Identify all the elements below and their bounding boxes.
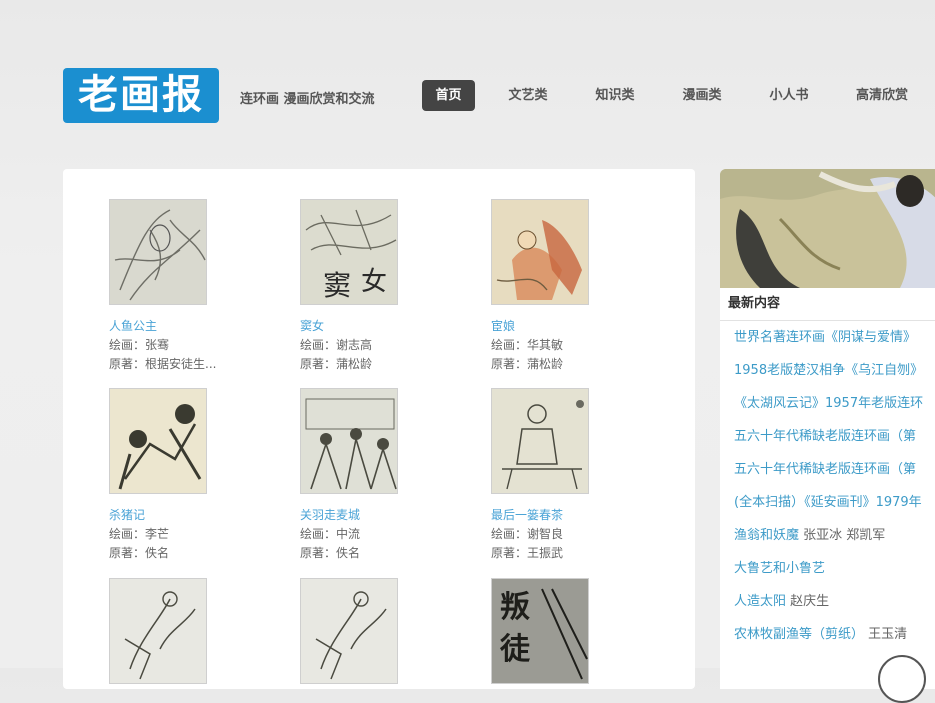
latest-item[interactable]: (全本扫描）《延安画刊》1979年 <box>720 486 935 519</box>
latest-item-title[interactable]: 五六十年代稀缺老版连环画（第 <box>734 462 916 477</box>
book-title[interactable]: 最后一篓春茶 <box>491 506 631 525</box>
latest-item-title[interactable]: 农林牧副渔等（剪纸） <box>734 627 864 642</box>
latest-item[interactable]: 农林牧副渔等（剪纸） 王玉清 <box>720 618 935 651</box>
book-artist: 绘画：谢志高 <box>300 338 373 352</box>
sidebar-latest: 最新内容 世界名著连环画《阴谋与爱情》 1958老版楚汉相争《乌江自刎》 《太湖… <box>720 169 935 689</box>
cover-title-glyph: 女 <box>361 267 387 297</box>
site-logo[interactable]: 老画报 <box>63 68 219 123</box>
latest-item-author: 王玉清 <box>868 627 908 642</box>
book-card[interactable]: 叛 徒 <box>491 578 631 696</box>
book-card[interactable]: 杀猪记 绘画：李芒 原著：佚名 <box>109 388 249 563</box>
book-artist: 绘画：张骞 <box>109 338 170 352</box>
book-artist: 绘画：华其敏 <box>491 338 564 352</box>
back-to-top-button[interactable] <box>878 655 926 703</box>
latest-item-title[interactable]: 1958老版楚汉相争《乌江自刎》 <box>734 363 923 378</box>
latest-item[interactable]: 五六十年代稀缺老版连环画（第 <box>720 420 935 453</box>
latest-item-title[interactable]: 《太湖风云记》1957年老版连环 <box>734 396 923 411</box>
nav-knowledge[interactable]: 知识类 <box>587 80 643 111</box>
latest-item[interactable]: 世界名著连环画《阴谋与爱情》 <box>720 321 935 354</box>
latest-item-title[interactable]: 大鲁艺和小鲁艺 <box>734 561 825 576</box>
book-title[interactable]: 窦女 <box>300 317 440 336</box>
book-cover-image[interactable] <box>491 199 589 305</box>
latest-item[interactable]: 1958老版楚汉相争《乌江自刎》 <box>720 354 935 387</box>
book-author: 原著：根据安徒生... <box>109 357 217 371</box>
book-card[interactable]: 窦 女 窦女 绘画：谢志高 原著：蒲松龄 <box>300 199 440 374</box>
latest-item[interactable]: 渔翁和妖魔 张亚冰 郑凯军 <box>720 519 935 552</box>
book-card[interactable]: 人鱼公主 绘画：张骞 原著：根据安徒生... <box>109 199 249 374</box>
latest-item-author: 赵庆生 <box>790 594 830 609</box>
book-artist: 绘画：中流 <box>300 527 361 541</box>
book-card[interactable] <box>109 578 249 696</box>
cover-title-glyph: 叛 <box>500 590 530 625</box>
book-author: 原著：蒲松龄 <box>300 357 373 371</box>
latest-item-title[interactable]: (全本扫描）《延安画刊》1979年 <box>734 495 922 510</box>
book-cover-image[interactable]: 叛 徒 <box>491 578 589 684</box>
cover-title-glyph: 徒 <box>499 632 531 667</box>
book-card[interactable] <box>300 578 440 696</box>
book-cover-image[interactable] <box>109 578 207 684</box>
latest-item-title[interactable]: 世界名著连环画《阴谋与爱情》 <box>734 330 916 345</box>
book-title[interactable]: 杀猪记 <box>109 506 249 525</box>
latest-item-title[interactable]: 渔翁和妖魔 <box>734 528 799 543</box>
nav-hd-gallery[interactable]: 高清欣赏 <box>848 80 916 111</box>
book-cover-image[interactable] <box>300 388 398 494</box>
nav-home[interactable]: 首页 <box>422 80 475 111</box>
nav-comics[interactable]: 漫画类 <box>674 80 730 111</box>
book-cover-image[interactable] <box>109 199 207 305</box>
book-author: 原著：王振武 <box>491 546 564 560</box>
site-tagline: 连环画 漫画欣赏和交流 <box>240 92 375 107</box>
book-author: 原著：佚名 <box>300 546 361 560</box>
featured-banner-image[interactable] <box>720 169 935 288</box>
book-author: 原著：蒲松龄 <box>491 357 564 371</box>
latest-item[interactable]: 五六十年代稀缺老版连环画（第 <box>720 453 935 486</box>
book-title[interactable]: 关羽走麦城 <box>300 506 440 525</box>
latest-item[interactable]: 大鲁艺和小鲁艺 <box>720 552 935 585</box>
latest-item-title[interactable]: 人造太阳 <box>734 594 786 609</box>
book-artist: 绘画：李芒 <box>109 527 170 541</box>
book-artist: 绘画：谢智良 <box>491 527 564 541</box>
cover-title-glyph: 窦 <box>323 269 351 302</box>
book-cover-image[interactable] <box>109 388 207 494</box>
latest-item-title[interactable]: 五六十年代稀缺老版连环画（第 <box>734 429 916 444</box>
latest-item[interactable]: 人造太阳 赵庆生 <box>720 585 935 618</box>
book-card[interactable]: 宦娘 绘画：华其敏 原著：蒲松龄 <box>491 199 631 374</box>
nav-literature[interactable]: 文艺类 <box>500 80 556 111</box>
latest-list: 世界名著连环画《阴谋与爱情》 1958老版楚汉相争《乌江自刎》 《太湖风云记》1… <box>720 321 935 651</box>
book-author: 原著：佚名 <box>109 546 170 560</box>
book-card[interactable]: 最后一篓春茶 绘画：谢智良 原著：王振武 <box>491 388 631 563</box>
latest-heading: 最新内容 <box>720 288 935 321</box>
latest-item-author: 张亚冰 郑凯军 <box>803 528 886 543</box>
book-cover-image[interactable] <box>491 388 589 494</box>
book-cover-image[interactable]: 窦 女 <box>300 199 398 305</box>
nav-picture-books[interactable]: 小人书 <box>761 80 817 111</box>
book-cover-image[interactable] <box>300 578 398 684</box>
book-grid-panel: 人鱼公主 绘画：张骞 原著：根据安徒生... 窦 女 窦女 绘画：谢志高 原著：… <box>63 169 695 689</box>
book-card[interactable]: 关羽走麦城 绘画：中流 原著：佚名 <box>300 388 440 563</box>
latest-item[interactable]: 《太湖风云记》1957年老版连环 <box>720 387 935 420</box>
book-title[interactable]: 人鱼公主 <box>109 317 249 336</box>
book-title[interactable]: 宦娘 <box>491 317 631 336</box>
